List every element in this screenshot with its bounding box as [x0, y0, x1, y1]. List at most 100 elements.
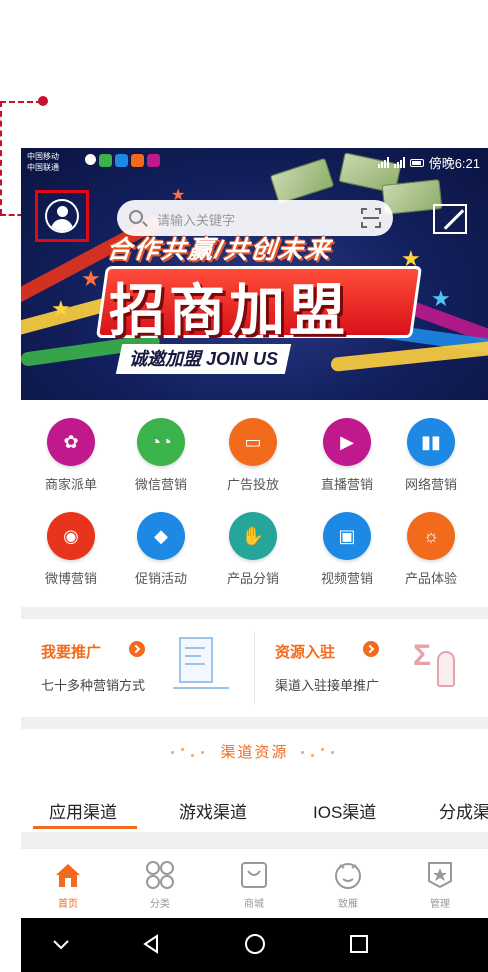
promo-title: 资源入驻 — [275, 644, 336, 661]
status-bar: 中国移动 中国联通 傍晚6:21 — [21, 148, 488, 174]
avatar-icon[interactable] — [45, 199, 79, 233]
category-label: 视频营销 — [320, 571, 373, 586]
sigma-illustration-icon: Σ — [413, 639, 469, 693]
content-gap — [21, 832, 488, 848]
nav-mall[interactable]: 商城 — [209, 859, 299, 910]
home-icon — [52, 859, 84, 891]
tab-revenue-share-channel[interactable]: 分成渠 — [439, 798, 488, 823]
notification-icons — [85, 154, 160, 167]
dots-decoration — [301, 748, 341, 757]
bar-chart-icon: ▮▮ — [407, 418, 455, 466]
category-label: 促销活动 — [134, 571, 187, 586]
tab-ios-channel[interactable]: IOS渠道 — [313, 798, 376, 823]
banner-decoration — [330, 339, 488, 372]
app-notification-icon — [147, 154, 160, 167]
category-item[interactable]: ◉ 微博营销 — [25, 512, 117, 587]
star-icon: ★ — [81, 266, 101, 291]
star-icon: ★ — [51, 296, 71, 321]
app-notification-icon — [99, 154, 112, 167]
callout-dot — [38, 96, 48, 106]
category-label: 微信营销 — [134, 477, 187, 492]
home-button-icon[interactable] — [243, 932, 267, 956]
recents-icon[interactable] — [347, 932, 371, 956]
category-item[interactable]: ☼ 产品体验 — [385, 512, 477, 587]
category-item[interactable]: ✋ 产品分销 — [207, 512, 299, 587]
carrier-label: 中国联通 — [27, 163, 59, 172]
category-item[interactable]: ▭ 广告投放 — [207, 418, 299, 493]
category-item[interactable]: ◆ 促销活动 — [115, 512, 207, 587]
billboard-icon: ▭ — [229, 418, 277, 466]
signal-icon — [377, 157, 389, 168]
star-shield-icon — [424, 859, 456, 891]
star-icon: ★ — [431, 286, 451, 311]
section-divider — [21, 717, 488, 729]
banner-headline-plate: 招商加盟 — [95, 260, 423, 342]
tab-game-channel[interactable]: 游戏渠道 — [179, 798, 247, 823]
category-label: 产品分销 — [226, 571, 279, 586]
signal-icon — [393, 157, 405, 168]
weibo-icon: ◉ — [47, 512, 95, 560]
section-divider — [21, 607, 488, 619]
category-item[interactable]: ◔◔ 微信营销 — [115, 418, 207, 493]
nav-label: 分类 — [150, 899, 170, 910]
promo-row: 我要推广 七十多种营销方式 资源入驻 渠道入驻接单推广 Σ — [21, 619, 488, 717]
cluster-icon: ✿ — [47, 418, 95, 466]
category-label: 直播营销 — [320, 477, 373, 492]
film-icon: ▣ — [323, 512, 371, 560]
nav-manage[interactable]: 管理 — [395, 859, 485, 910]
category-item[interactable]: ▶ 直播营销 — [301, 418, 393, 493]
channel-tabs: 应用渠道 游戏渠道 IOS渠道 分成渠 — [21, 792, 488, 832]
category-grid: ✿ 商家派单 ◔◔ 微信营销 ▭ 广告投放 ▶ 直播营销 ▮▮ 网络营销 ◉ 微… — [21, 400, 488, 605]
tab-active-indicator — [33, 826, 137, 829]
category-label: 广告投放 — [226, 477, 279, 492]
bottom-nav: 首页 分类 商城 致雁 管理 — [21, 848, 488, 918]
category-item[interactable]: ▮▮ 网络营销 — [385, 418, 477, 493]
category-label: 产品体验 — [404, 571, 457, 586]
nav-label: 商城 — [244, 899, 264, 910]
tab-app-channel[interactable]: 应用渠道 — [49, 798, 117, 823]
banner-subtitle: 诚邀加盟 JOIN US — [129, 349, 279, 369]
channel-section-title: 渠道资源 — [220, 744, 289, 761]
carrier-labels: 中国移动 中国联通 — [27, 151, 59, 173]
promo-desc: 渠道入驻接单推广 — [275, 678, 380, 693]
back-icon[interactable] — [139, 932, 163, 956]
nav-category[interactable]: 分类 — [115, 859, 205, 910]
channel-section-header: 渠道资源 — [21, 731, 488, 775]
arrow-right-icon — [129, 641, 145, 657]
category-label: 商家派单 — [44, 477, 97, 492]
category-label: 微博营销 — [44, 571, 97, 586]
app-notification-icon — [115, 154, 128, 167]
scan-icon[interactable] — [361, 208, 381, 228]
app-notification-icon — [131, 154, 144, 167]
dots-decoration — [171, 748, 211, 757]
nav-zhiyan[interactable]: 致雁 — [303, 859, 393, 910]
avatar-highlight — [35, 190, 89, 242]
shopping-bag-icon — [238, 859, 270, 891]
wechat-icon: ◔◔ — [137, 418, 185, 466]
callout-line — [0, 101, 42, 103]
phone-screen: ★ ★ ★ ★ ★ 中国移动 中国联通 傍晚6:21 请输入关键字 合作共赢/共… — [21, 148, 488, 972]
status-right: 傍晚6:21 — [377, 153, 480, 172]
system-nav-bar — [21, 918, 488, 972]
nav-home[interactable]: 首页 — [23, 859, 113, 910]
search-icon — [129, 210, 143, 224]
collapse-icon[interactable] — [49, 932, 73, 956]
status-time: 傍晚6:21 — [428, 156, 480, 171]
arrow-right-icon — [363, 641, 379, 657]
category-item[interactable]: ▣ 视频营销 — [301, 512, 393, 587]
search-placeholder: 请输入关键字 — [157, 213, 236, 228]
document-illustration-icon — [173, 637, 229, 693]
promo-card-promote[interactable]: 我要推广 七十多种营销方式 — [21, 619, 254, 717]
bulb-icon: ☼ — [407, 512, 455, 560]
promo-title: 我要推广 — [41, 644, 102, 661]
battery-icon — [409, 158, 424, 167]
callout-line-vertical — [0, 101, 2, 215]
category-item[interactable]: ✿ 商家派单 — [25, 418, 117, 493]
category-label: 网络营销 — [404, 477, 457, 492]
banner-subtitle-plate: 诚邀加盟 JOIN US — [115, 344, 292, 374]
promo-desc: 七十多种营销方式 — [41, 678, 146, 693]
banner[interactable]: ★ ★ ★ ★ ★ 中国移动 中国联通 傍晚6:21 请输入关键字 合作共赢/共… — [21, 148, 488, 400]
nav-label: 致雁 — [338, 899, 358, 910]
edit-icon[interactable] — [433, 204, 467, 234]
tv-play-icon: ▶ — [323, 418, 371, 466]
